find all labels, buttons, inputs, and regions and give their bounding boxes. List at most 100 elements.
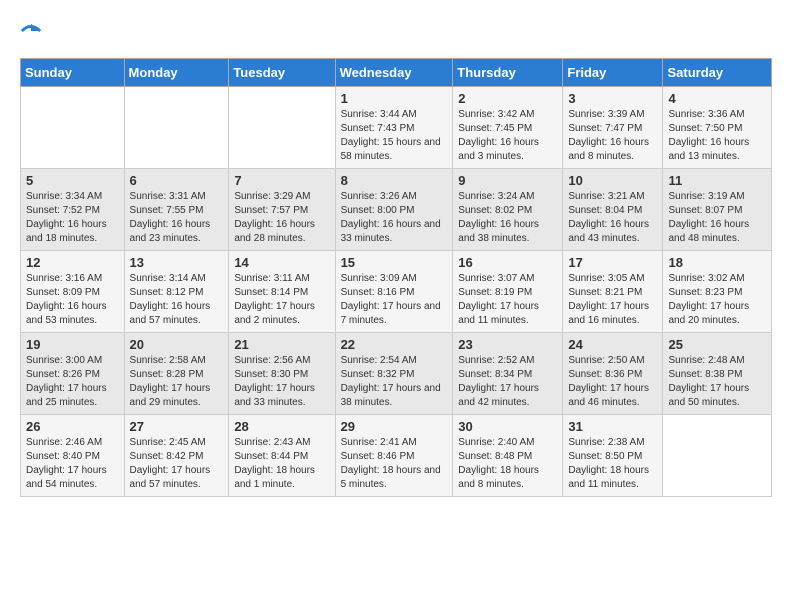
weekday-header-monday: Monday: [124, 59, 229, 87]
day-info: Sunrise: 3:00 AMSunset: 8:26 PMDaylight:…: [26, 355, 107, 408]
calendar-cell: 28 Sunrise: 2:43 AMSunset: 8:44 PMDayligh…: [229, 415, 335, 497]
calendar-week-row: 26 Sunrise: 2:46 AMSunset: 8:40 PMDayligh…: [21, 415, 772, 497]
day-number: 14: [234, 255, 329, 270]
day-info: Sunrise: 2:46 AMSunset: 8:40 PMDaylight:…: [26, 437, 107, 490]
calendar-cell: [229, 87, 335, 169]
day-info: Sunrise: 2:56 AMSunset: 8:30 PMDaylight:…: [234, 355, 315, 408]
calendar-body: 1 Sunrise: 3:44 AMSunset: 7:43 PMDaylight…: [21, 87, 772, 497]
calendar-cell: 29 Sunrise: 2:41 AMSunset: 8:46 PMDayligh…: [335, 415, 453, 497]
day-info: Sunrise: 2:41 AMSunset: 8:46 PMDaylight:…: [341, 437, 441, 490]
day-number: 6: [130, 173, 224, 188]
weekday-header-row: SundayMondayTuesdayWednesdayThursdayFrid…: [21, 59, 772, 87]
day-info: Sunrise: 3:16 AMSunset: 8:09 PMDaylight:…: [26, 273, 107, 326]
calendar-cell: 19Sunrise: 3:00 AMSunset: 8:26 PMDayligh…: [21, 333, 125, 415]
day-number: 9: [458, 173, 557, 188]
day-number: 7: [234, 173, 329, 188]
day-info: Sunrise: 2:40 AMSunset: 8:48 PMDaylight:…: [458, 437, 539, 490]
day-number: 31: [568, 419, 657, 434]
day-info: Sunrise: 3:19 AMSunset: 8:07 PMDaylight:…: [668, 191, 749, 244]
calendar-cell: 31 Sunrise: 2:38 AMSunset: 8:50 PMDayligh…: [563, 415, 663, 497]
calendar-cell: 3 Sunrise: 3:39 AMSunset: 7:47 PMDaylight…: [563, 87, 663, 169]
day-number: 16: [458, 255, 557, 270]
day-number: 15: [341, 255, 448, 270]
calendar-cell: 27 Sunrise: 2:45 AMSunset: 8:42 PMDayligh…: [124, 415, 229, 497]
day-info: Sunrise: 2:48 AMSunset: 8:38 PMDaylight:…: [668, 355, 749, 408]
day-number: 30: [458, 419, 557, 434]
day-info: Sunrise: 2:43 AMSunset: 8:44 PMDaylight:…: [234, 437, 315, 490]
day-info: Sunrise: 3:14 AMSunset: 8:12 PMDaylight:…: [130, 273, 211, 326]
weekday-header-friday: Friday: [563, 59, 663, 87]
calendar-cell: 24 Sunrise: 2:50 AMSunset: 8:36 PMDayligh…: [563, 333, 663, 415]
logo: [20, 20, 46, 42]
calendar-cell: 22Sunrise: 2:54 AMSunset: 8:32 PMDayligh…: [335, 333, 453, 415]
day-number: 12: [26, 255, 119, 270]
calendar-cell: 5Sunrise: 3:34 AMSunset: 7:52 PMDaylight…: [21, 169, 125, 251]
day-info: Sunrise: 2:45 AMSunset: 8:42 PMDaylight:…: [130, 437, 211, 490]
calendar-week-row: 1 Sunrise: 3:44 AMSunset: 7:43 PMDaylight…: [21, 87, 772, 169]
day-number: 18: [668, 255, 766, 270]
day-info: Sunrise: 3:29 AMSunset: 7:57 PMDaylight:…: [234, 191, 315, 244]
day-number: 4: [668, 91, 766, 106]
calendar-cell: 16 Sunrise: 3:07 AMSunset: 8:19 PMDayligh…: [453, 251, 563, 333]
day-info: Sunrise: 3:26 AMSunset: 8:00 PMDaylight:…: [341, 191, 441, 244]
day-info: Sunrise: 3:36 AMSunset: 7:50 PMDaylight:…: [668, 109, 749, 162]
calendar-cell: 20Sunrise: 2:58 AMSunset: 8:28 PMDayligh…: [124, 333, 229, 415]
weekday-header-saturday: Saturday: [663, 59, 772, 87]
day-number: 11: [668, 173, 766, 188]
day-number: 29: [341, 419, 448, 434]
calendar-cell: 30 Sunrise: 2:40 AMSunset: 8:48 PMDayligh…: [453, 415, 563, 497]
day-info: Sunrise: 3:02 AMSunset: 8:23 PMDaylight:…: [668, 273, 749, 326]
day-number: 1: [341, 91, 448, 106]
day-info: Sunrise: 3:21 AMSunset: 8:04 PMDaylight:…: [568, 191, 649, 244]
day-info: Sunrise: 3:39 AMSunset: 7:47 PMDaylight:…: [568, 109, 649, 162]
calendar-cell: 26 Sunrise: 2:46 AMSunset: 8:40 PMDayligh…: [21, 415, 125, 497]
day-number: 24: [568, 337, 657, 352]
calendar-week-row: 5Sunrise: 3:34 AMSunset: 7:52 PMDaylight…: [21, 169, 772, 251]
day-number: 17: [568, 255, 657, 270]
day-info: Sunrise: 3:44 AMSunset: 7:43 PMDaylight:…: [341, 109, 441, 162]
calendar-cell: 2 Sunrise: 3:42 AMSunset: 7:45 PMDaylight…: [453, 87, 563, 169]
calendar-cell: 11 Sunrise: 3:19 AMSunset: 8:07 PMDayligh…: [663, 169, 772, 251]
day-number: 26: [26, 419, 119, 434]
day-info: Sunrise: 3:07 AMSunset: 8:19 PMDaylight:…: [458, 273, 539, 326]
weekday-header-sunday: Sunday: [21, 59, 125, 87]
day-info: Sunrise: 2:38 AMSunset: 8:50 PMDaylight:…: [568, 437, 649, 490]
day-info: Sunrise: 3:34 AMSunset: 7:52 PMDaylight:…: [26, 191, 107, 244]
calendar-cell: 18 Sunrise: 3:02 AMSunset: 8:23 PMDayligh…: [663, 251, 772, 333]
day-number: 21: [234, 337, 329, 352]
calendar-week-row: 19Sunrise: 3:00 AMSunset: 8:26 PMDayligh…: [21, 333, 772, 415]
day-info: Sunrise: 2:50 AMSunset: 8:36 PMDaylight:…: [568, 355, 649, 408]
day-number: 28: [234, 419, 329, 434]
weekday-header-thursday: Thursday: [453, 59, 563, 87]
calendar-cell: 4 Sunrise: 3:36 AMSunset: 7:50 PMDaylight…: [663, 87, 772, 169]
day-number: 8: [341, 173, 448, 188]
day-info: Sunrise: 2:54 AMSunset: 8:32 PMDaylight:…: [341, 355, 441, 408]
calendar-cell: [124, 87, 229, 169]
day-info: Sunrise: 2:58 AMSunset: 8:28 PMDaylight:…: [130, 355, 211, 408]
day-number: 23: [458, 337, 557, 352]
day-number: 25: [668, 337, 766, 352]
day-info: Sunrise: 3:31 AMSunset: 7:55 PMDaylight:…: [130, 191, 211, 244]
day-info: Sunrise: 3:05 AMSunset: 8:21 PMDaylight:…: [568, 273, 649, 326]
day-info: Sunrise: 3:09 AMSunset: 8:16 PMDaylight:…: [341, 273, 441, 326]
day-info: Sunrise: 3:42 AMSunset: 7:45 PMDaylight:…: [458, 109, 539, 162]
calendar-cell: 10Sunrise: 3:21 AMSunset: 8:04 PMDayligh…: [563, 169, 663, 251]
calendar-cell: [663, 415, 772, 497]
weekday-header-tuesday: Tuesday: [229, 59, 335, 87]
day-number: 3: [568, 91, 657, 106]
calendar-cell: 15 Sunrise: 3:09 AMSunset: 8:16 PMDayligh…: [335, 251, 453, 333]
day-number: 27: [130, 419, 224, 434]
calendar-week-row: 12 Sunrise: 3:16 AMSunset: 8:09 PMDayligh…: [21, 251, 772, 333]
page-header: [20, 20, 772, 42]
day-number: 2: [458, 91, 557, 106]
weekday-header-wednesday: Wednesday: [335, 59, 453, 87]
calendar-cell: 17 Sunrise: 3:05 AMSunset: 8:21 PMDayligh…: [563, 251, 663, 333]
calendar-cell: [21, 87, 125, 169]
calendar-cell: 12 Sunrise: 3:16 AMSunset: 8:09 PMDayligh…: [21, 251, 125, 333]
calendar-cell: 23Sunrise: 2:52 AMSunset: 8:34 PMDayligh…: [453, 333, 563, 415]
calendar-header: SundayMondayTuesdayWednesdayThursdayFrid…: [21, 59, 772, 87]
calendar-cell: 6 Sunrise: 3:31 AMSunset: 7:55 PMDaylight…: [124, 169, 229, 251]
day-info: Sunrise: 3:11 AMSunset: 8:14 PMDaylight:…: [234, 273, 315, 326]
logo-icon: [20, 20, 42, 42]
calendar-cell: 13Sunrise: 3:14 AMSunset: 8:12 PMDayligh…: [124, 251, 229, 333]
